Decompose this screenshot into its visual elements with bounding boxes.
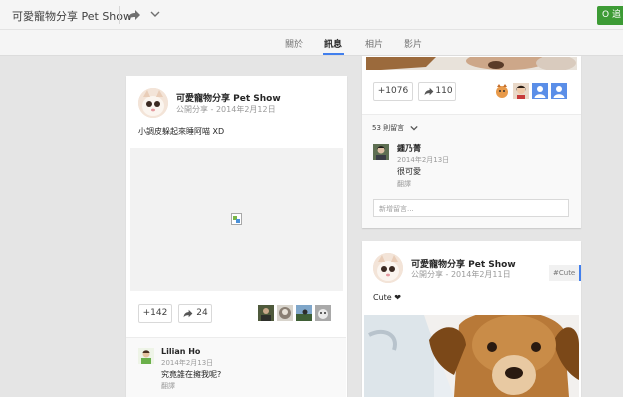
- post-text: Cute ❤: [373, 293, 401, 302]
- post-card: 可愛寵物分享 Pet Show 公開分享 - 2014年2月12日 小調皮躲起來…: [126, 76, 347, 397]
- avatar[interactable]: [138, 348, 154, 364]
- cat-avatar-icon: [138, 88, 168, 118]
- follow-button[interactable]: O 追: [597, 6, 623, 25]
- reshare-count: 24: [196, 308, 208, 318]
- post-image[interactable]: [364, 315, 579, 397]
- plus-one-button[interactable]: +142: [138, 304, 172, 323]
- page-title: 可愛寵物分享 Pet Show: [12, 10, 132, 23]
- post-image[interactable]: [366, 56, 577, 70]
- hashtag-chip[interactable]: #Cute: [549, 265, 581, 281]
- avatar[interactable]: [373, 144, 389, 160]
- post-card: +1076 110 53 則留言 鍾乃菁 2014年2月13日 很可愛 翻譯 新…: [362, 56, 581, 228]
- post-author[interactable]: 可愛寵物分享 Pet Show: [176, 91, 281, 104]
- avatar[interactable]: [138, 88, 168, 118]
- tab-photos[interactable]: 相片: [365, 37, 383, 50]
- share-icon: [183, 309, 193, 318]
- reshare-count: 110: [435, 86, 453, 96]
- sharer-avatar[interactable]: [494, 83, 510, 99]
- broken-image-icon: [231, 213, 242, 225]
- active-tab-indicator: [323, 53, 344, 55]
- default-avatar-icon[interactable]: [532, 83, 548, 99]
- post-meta[interactable]: 公開分享 - 2014年2月11日: [411, 269, 511, 280]
- reshare-button[interactable]: 24: [178, 304, 212, 323]
- comment-author[interactable]: 鍾乃菁: [397, 143, 421, 154]
- translate-link[interactable]: 翻譯: [161, 381, 175, 391]
- tab-posts[interactable]: 訊息: [324, 37, 342, 50]
- sharer-avatar[interactable]: [513, 83, 529, 99]
- share-icon: [424, 87, 434, 96]
- chevron-down-icon[interactable]: [150, 9, 160, 19]
- tab-videos[interactable]: 影片: [404, 37, 422, 50]
- plus-one-button[interactable]: +1076: [373, 82, 413, 101]
- chevron-down-icon[interactable]: [410, 124, 418, 132]
- comment-section: 53 則留言 鍾乃菁 2014年2月13日 很可愛 翻譯 新增留言...: [362, 114, 581, 228]
- translate-link[interactable]: 翻譯: [397, 179, 411, 189]
- comment-date: 2014年2月13日: [397, 156, 450, 164]
- comment-text: 很可愛: [397, 167, 421, 176]
- post-image[interactable]: [130, 148, 343, 291]
- cat-avatar-icon: [373, 253, 403, 283]
- comment-text: 究竟誰在擁我呢?: [161, 370, 222, 379]
- default-avatar-icon[interactable]: [551, 83, 567, 99]
- comments-count[interactable]: 53 則留言: [372, 123, 404, 133]
- share-icon[interactable]: [126, 7, 142, 23]
- reshare-button[interactable]: 110: [418, 82, 456, 101]
- comment-date: 2014年2月13日: [161, 359, 214, 367]
- comment-input[interactable]: 新增留言...: [373, 199, 569, 217]
- sharer-avatar[interactable]: [315, 305, 331, 321]
- comment-author[interactable]: Lilian Ho: [161, 347, 200, 356]
- tab-bar: 關於 訊息 相片 影片: [0, 30, 623, 56]
- sharer-avatar[interactable]: [277, 305, 293, 321]
- sharer-avatar[interactable]: [296, 305, 312, 321]
- tab-about[interactable]: 關於: [285, 37, 303, 50]
- puppy-photo: [364, 315, 579, 397]
- avatar[interactable]: [373, 253, 403, 283]
- top-bar: 可愛寵物分享 Pet Show O 追: [0, 0, 623, 30]
- comment-section: Lilian Ho 2014年2月13日 究竟誰在擁我呢? 翻譯: [126, 337, 346, 397]
- sharer-avatar[interactable]: [258, 305, 274, 321]
- post-meta[interactable]: 公開分享 - 2014年2月12日: [176, 104, 276, 115]
- divider: [119, 6, 120, 24]
- post-card: 可愛寵物分享 Pet Show 公開分享 - 2014年2月11日 #Cute …: [362, 241, 581, 397]
- post-text: 小調皮躲起來睡阿喵 XD: [138, 127, 225, 136]
